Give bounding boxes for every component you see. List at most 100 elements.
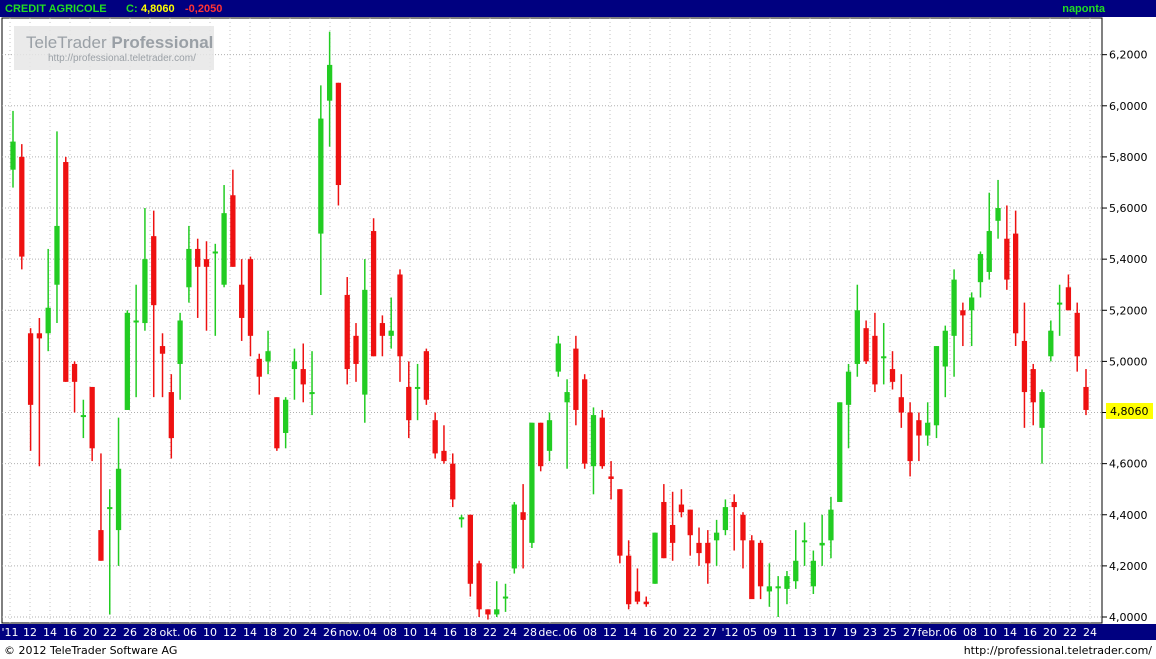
candle-body xyxy=(766,586,773,592)
x-tick-label: nov. xyxy=(339,626,362,639)
candle-body xyxy=(898,397,904,413)
x-tick-label: 25 xyxy=(883,626,897,639)
candle-body xyxy=(89,386,95,449)
candle-body xyxy=(810,560,816,587)
candle-body xyxy=(467,514,473,584)
candle-body xyxy=(326,64,333,101)
x-tick-label: '11 xyxy=(1,626,18,639)
candle-body xyxy=(1048,330,1054,357)
candlestick-chart[interactable]: CREDIT AGRICOLE C: 4,8060 -0,2050 napont… xyxy=(0,0,1156,659)
x-tick-label: 09 xyxy=(763,626,777,639)
x-tick-label: 18 xyxy=(463,626,477,639)
candle-body xyxy=(916,420,922,436)
x-tick-label: 24 xyxy=(503,626,517,639)
candle-body xyxy=(828,509,834,541)
candle-body xyxy=(1039,392,1045,428)
candle-body xyxy=(546,420,553,451)
x-tick-label: 16 xyxy=(1023,626,1037,639)
candle-body xyxy=(265,351,271,362)
candle-body xyxy=(801,540,808,543)
plot-area[interactable] xyxy=(1,17,1103,624)
candle-body xyxy=(793,560,799,582)
candle-body xyxy=(239,284,245,318)
candle-body xyxy=(458,517,465,520)
candle-body xyxy=(520,512,526,520)
x-tick-label: 12 xyxy=(23,626,37,639)
candle-body xyxy=(969,297,975,311)
candle-body xyxy=(344,294,350,370)
candle-body xyxy=(502,596,509,599)
candle-body xyxy=(1030,369,1036,403)
candle-body xyxy=(669,524,676,543)
x-tick-label: 08 xyxy=(963,626,977,639)
candle-body xyxy=(757,542,764,587)
candle-body xyxy=(986,231,992,272)
candle-body xyxy=(353,335,359,364)
candle-body xyxy=(722,507,729,531)
x-tick-label: 20 xyxy=(83,626,97,639)
candle-body xyxy=(203,259,210,267)
candle-body xyxy=(590,415,597,467)
x-tick-label: 04 xyxy=(363,626,377,639)
candle-body xyxy=(98,530,104,561)
y-tick-label: 5,0000 xyxy=(1109,355,1148,368)
close-value: 4,8060 xyxy=(141,3,175,15)
x-tick-label: 11 xyxy=(783,626,797,639)
candle-body xyxy=(784,576,790,589)
x-axis: '11 12 14 16 20 22 26 28 okt. 06 10 12 14 18 20 24 26 nov… xyxy=(1,626,1097,639)
candle-body xyxy=(19,156,25,257)
candle-body xyxy=(599,417,605,467)
candle-body xyxy=(71,363,78,382)
candle-body xyxy=(133,320,139,323)
x-tick-label: 14 xyxy=(423,626,437,639)
candle-body xyxy=(414,386,421,389)
candle-body xyxy=(485,609,491,615)
x-tick-label: 22 xyxy=(483,626,497,639)
candle-body xyxy=(318,118,324,234)
candle-body xyxy=(942,330,948,367)
y-axis: 6,2000 6,0000 5,8000 5,6000 5,4000 5,2000 5,00… xyxy=(1102,18,1156,624)
candle-body xyxy=(951,279,957,336)
candle-body xyxy=(626,555,632,605)
candle-body xyxy=(10,141,16,170)
x-tick-label: 20 xyxy=(283,626,297,639)
x-tick-label: 14 xyxy=(243,626,257,639)
candle-body xyxy=(274,397,280,449)
watermark-brand: TeleTrader Professional xyxy=(26,33,213,52)
candle-body xyxy=(837,402,843,502)
timeframe-label[interactable]: naponta xyxy=(1062,3,1106,15)
candle-body xyxy=(713,532,720,541)
candle-body xyxy=(432,420,438,454)
x-tick-label: 28 xyxy=(143,626,157,639)
y-tick-label: 4,2000 xyxy=(1109,560,1148,573)
candle-body xyxy=(283,399,289,433)
candle-body xyxy=(608,476,614,479)
candle-body xyxy=(309,392,315,395)
candle-body xyxy=(652,532,658,584)
x-tick-label: okt. xyxy=(160,626,181,639)
candle-body xyxy=(1056,302,1063,305)
x-tick-label: 05 xyxy=(743,626,757,639)
x-tick-label: 12 xyxy=(603,626,617,639)
candle-body xyxy=(775,586,781,589)
x-tick-label: 20 xyxy=(663,626,677,639)
x-tick-label: 24 xyxy=(1083,626,1097,639)
x-tick-label: 22 xyxy=(683,626,697,639)
candle-body xyxy=(54,225,60,285)
x-tick-label: 08 xyxy=(383,626,397,639)
candle-body xyxy=(124,312,130,410)
candle-body xyxy=(889,369,896,382)
x-tick-label: 08 xyxy=(583,626,597,639)
candle-body xyxy=(538,422,544,467)
x-tick-label: 16 xyxy=(443,626,457,639)
candle-body xyxy=(617,489,623,556)
x-tick-label: 13 xyxy=(803,626,817,639)
candle-body xyxy=(960,310,966,316)
candle-body xyxy=(256,358,262,377)
footer-url[interactable]: http://professional.teletrader.com/ xyxy=(964,644,1153,657)
x-tick-label: 17 xyxy=(823,626,837,639)
candle-body xyxy=(36,333,43,339)
x-tick-label: 22 xyxy=(1063,626,1077,639)
candle-body xyxy=(1074,312,1080,357)
watermark: TeleTrader Professional http://professio… xyxy=(14,26,214,70)
